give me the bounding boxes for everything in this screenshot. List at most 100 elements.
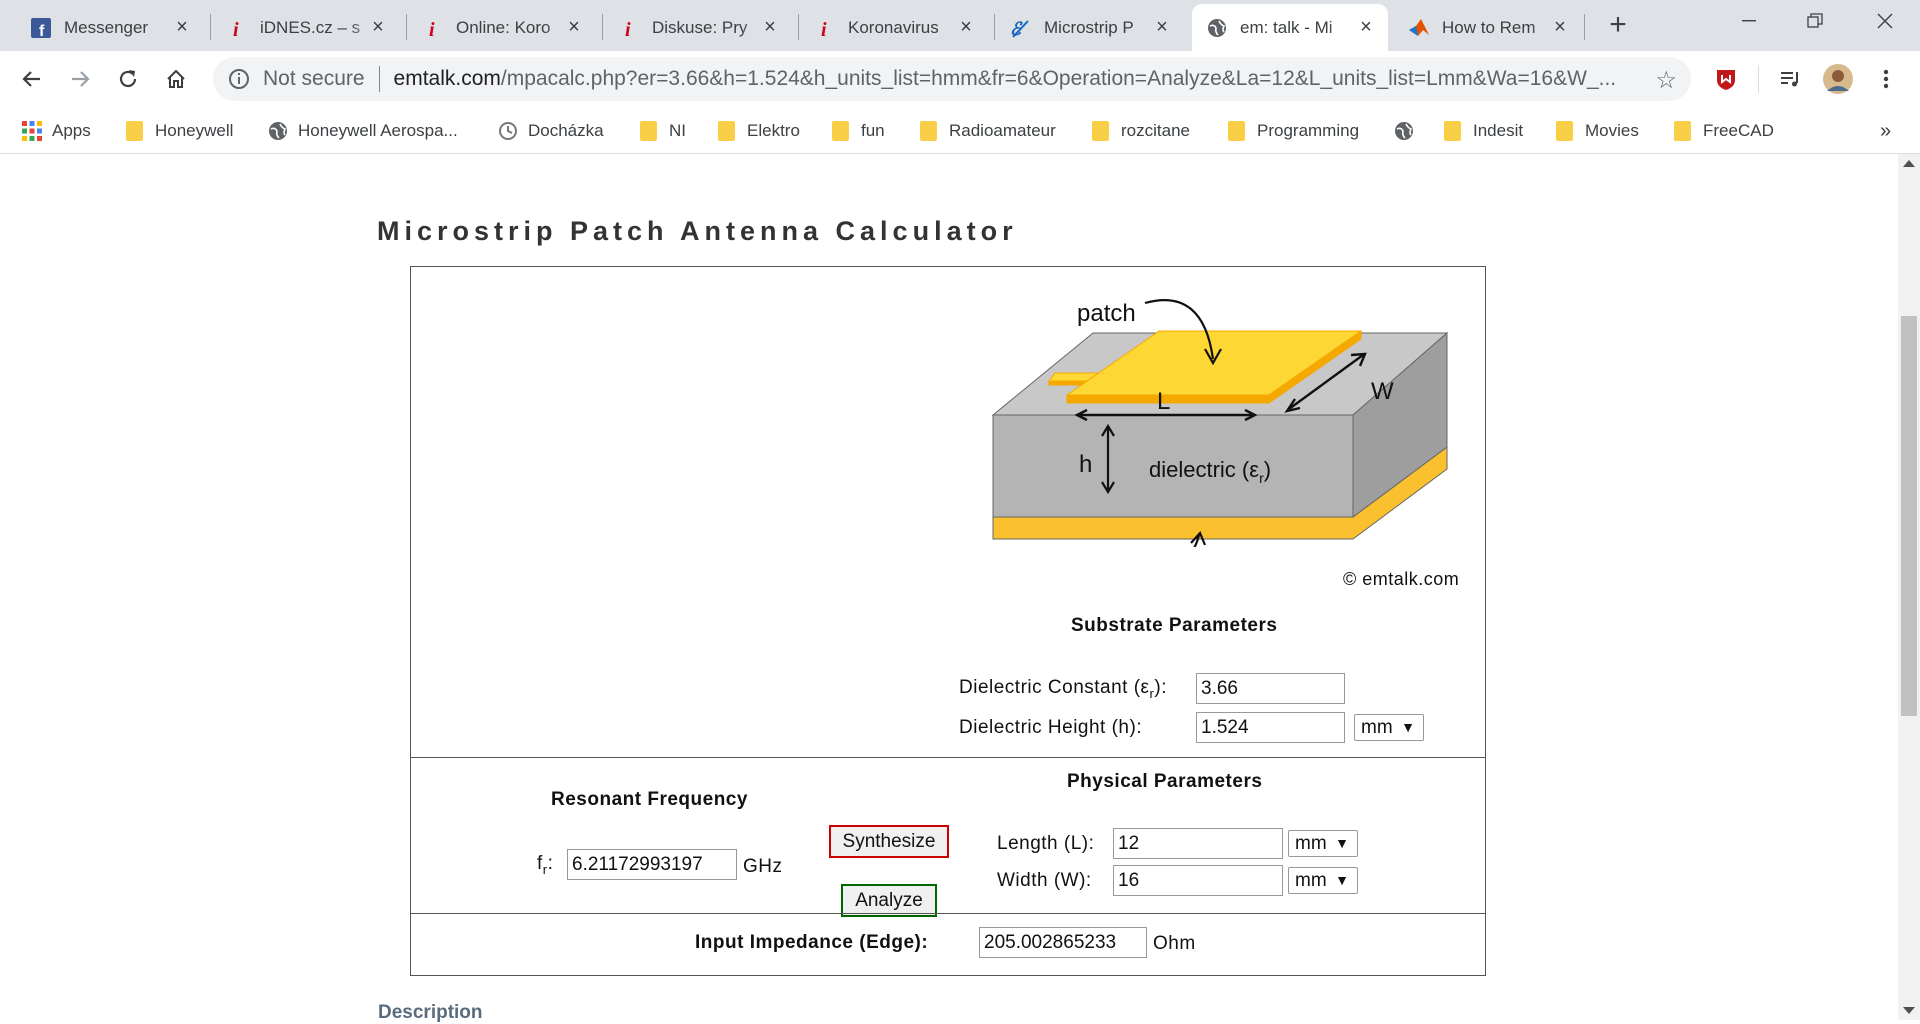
length-unit-select[interactable]: mm ▼ [1288, 830, 1358, 857]
dropdown-arrow-icon: ▼ [1401, 719, 1415, 735]
width-unit-select[interactable]: mm ▼ [1288, 867, 1358, 894]
close-window-button[interactable] [1852, 0, 1918, 42]
close-icon[interactable]: × [368, 17, 388, 37]
bookmark-elektro[interactable]: Elektro [718, 119, 800, 143]
folder-icon [1092, 121, 1109, 141]
scroll-up-icon[interactable] [1903, 160, 1915, 167]
bookmark-fun[interactable]: fun [832, 119, 885, 143]
folder-icon [920, 121, 937, 141]
bookmark-star-icon[interactable]: ☆ [1655, 66, 1677, 95]
diagram-label-W: W [1371, 378, 1394, 405]
tab-koronavirus[interactable]: i Koronavirus × [800, 4, 988, 51]
idnes-icon: i [422, 17, 444, 39]
page-title: Microstrip Patch Antenna Calculator [377, 216, 1018, 246]
more-bookmarks-button[interactable]: » [1880, 119, 1891, 143]
home-icon [167, 69, 185, 88]
width-input[interactable] [1113, 865, 1283, 896]
bookmark-programming[interactable]: Programming [1228, 119, 1359, 143]
scroll-down-icon[interactable] [1903, 1007, 1915, 1014]
back-button[interactable] [14, 61, 50, 97]
patch-antenna-diagram: L W h dielectric (εr) patch ground [991, 298, 1449, 547]
mcafee-extension-button[interactable] [1708, 61, 1744, 97]
page-icon [499, 122, 517, 140]
tab-online[interactable]: i Online: Koro × [408, 4, 596, 51]
tab-microstrip[interactable]: ℰ Microstrip P × [996, 4, 1184, 51]
page-scrollbar[interactable] [1898, 154, 1920, 1020]
diagram-label-L: L [1157, 388, 1170, 415]
avatar [1823, 64, 1853, 94]
minimize-button[interactable] [1716, 0, 1782, 42]
folder-icon [126, 121, 143, 141]
tab-diskuse[interactable]: i Diskuse: Pry × [604, 4, 792, 51]
bookmark-freecad[interactable]: FreeCAD [1674, 119, 1774, 143]
close-icon[interactable]: × [1356, 17, 1376, 37]
diagram-label-ground: ground [1077, 546, 1152, 547]
facebook-icon: f [30, 17, 52, 39]
scrollbar-thumb[interactable] [1901, 316, 1917, 716]
apps-grid-icon [22, 121, 42, 141]
forward-arrow-icon [72, 71, 90, 87]
folder-icon [1556, 121, 1573, 141]
tab-emtalk-active[interactable]: em: talk - Mi × [1192, 4, 1388, 51]
close-icon[interactable]: × [1152, 17, 1172, 37]
matlab-icon [1408, 17, 1430, 39]
bookmark-movies[interactable]: Movies [1556, 119, 1639, 143]
media-control-button[interactable] [1772, 61, 1808, 97]
browser-chrome: f Messenger × i iDNES.cz – s × i Online:… [0, 0, 1920, 154]
folder-icon [1674, 121, 1691, 141]
url-text[interactable]: emtalk.com/mpacalc.php?er=3.66&h=1.524&h… [394, 67, 1634, 91]
close-icon[interactable]: × [956, 17, 976, 37]
dielectric-constant-input[interactable] [1196, 673, 1345, 704]
close-icon[interactable]: × [172, 17, 192, 37]
close-icon[interactable]: × [1550, 17, 1570, 37]
bookmark-rozcitane[interactable]: rozcitane [1092, 119, 1190, 143]
height-unit-select[interactable]: mm ▼ [1354, 714, 1424, 741]
bookmark-ni[interactable]: NI [640, 119, 686, 143]
address-bar[interactable]: Not secure emtalk.com/mpacalc.php?er=3.6… [213, 57, 1691, 101]
tab-idnes[interactable]: i iDNES.cz – s × [212, 4, 400, 51]
folder-icon [1228, 121, 1245, 141]
bookmark-radioamateur[interactable]: Radioamateur [920, 119, 1056, 143]
diagram-label-h: h [1079, 451, 1092, 478]
svg-text:i: i [233, 19, 239, 38]
emtalk-icon: ℰ [1010, 17, 1032, 39]
frequency-input[interactable] [567, 849, 737, 880]
folder-icon [1444, 121, 1461, 141]
resonant-frequency-heading: Resonant Frequency [551, 789, 748, 810]
tab-how-to[interactable]: How to Rem × [1394, 4, 1582, 51]
dielectric-height-label: Dielectric Height (h): [959, 717, 1143, 738]
svg-text:f: f [39, 23, 45, 38]
width-label: Width (W): [997, 870, 1092, 891]
info-icon[interactable] [227, 67, 251, 91]
menu-button[interactable] [1868, 61, 1904, 97]
restore-button[interactable] [1782, 0, 1848, 42]
substrate-heading: Substrate Parameters [1071, 615, 1278, 636]
security-label[interactable]: Not secure [263, 67, 365, 91]
home-button[interactable] [158, 61, 194, 97]
divider [411, 757, 1485, 758]
folder-icon [640, 121, 657, 141]
bookmark-dochazka[interactable]: Docházka [498, 119, 604, 143]
tab-messenger[interactable]: f Messenger × [16, 4, 204, 51]
frequency-unit-label: GHz [743, 856, 783, 877]
bookmark-indesit[interactable]: Indesit [1444, 119, 1523, 143]
forward-button[interactable] [62, 61, 98, 97]
divider [411, 913, 1485, 914]
reload-button[interactable] [110, 61, 146, 97]
input-impedance-output[interactable] [979, 927, 1147, 958]
synthesize-button[interactable]: Synthesize [829, 825, 949, 858]
reload-icon [119, 70, 137, 88]
globe-icon [269, 122, 287, 140]
svg-text:i: i [625, 19, 631, 38]
length-input[interactable] [1113, 828, 1283, 859]
dielectric-height-input[interactable] [1196, 712, 1345, 743]
new-tab-button[interactable]: + [1600, 10, 1636, 42]
close-icon[interactable]: × [564, 17, 584, 37]
bookmark-honeywell[interactable]: Honeywell [126, 119, 233, 143]
close-icon[interactable]: × [760, 17, 780, 37]
bookmark-apps[interactable]: Apps [22, 119, 91, 143]
profile-button[interactable] [1820, 61, 1856, 97]
idnes-icon: i [618, 17, 640, 39]
bookmark-globe[interactable] [1394, 119, 1424, 143]
bookmark-honeywell-aerospace[interactable]: Honeywell Aerospa... [268, 119, 458, 143]
